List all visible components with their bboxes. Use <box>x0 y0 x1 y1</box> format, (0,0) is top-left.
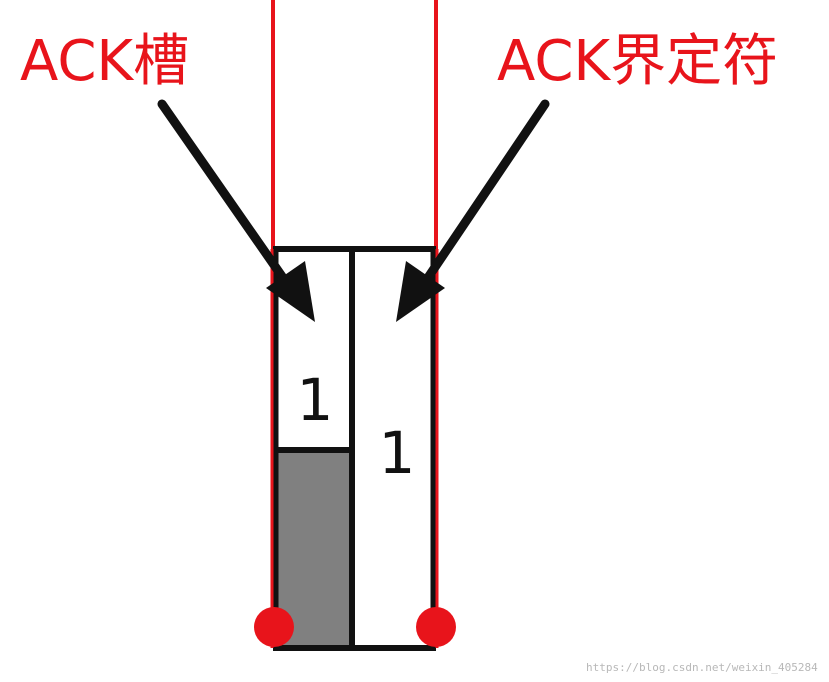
left-sample-point <box>254 607 294 647</box>
ack-delimiter-label: ACK界定符 <box>497 29 778 94</box>
right-sample-point <box>416 607 456 647</box>
watermark-text: https://blog.csdn.net/weixin_405284 <box>586 661 818 674</box>
ack-slot-label: ACK槽 <box>20 29 189 94</box>
ack-field-diagram: 1 1 ACK槽 ACK界定符 https://blog.csdn.net/we… <box>20 0 818 674</box>
ack-delimiter-bit-value: 1 <box>379 419 416 487</box>
ack-slot-arrow <box>157 99 315 322</box>
ack-delimiter-arrow <box>396 99 550 322</box>
ack-slot-bit-value: 1 <box>297 366 334 434</box>
ack-slot-cell <box>276 250 351 648</box>
